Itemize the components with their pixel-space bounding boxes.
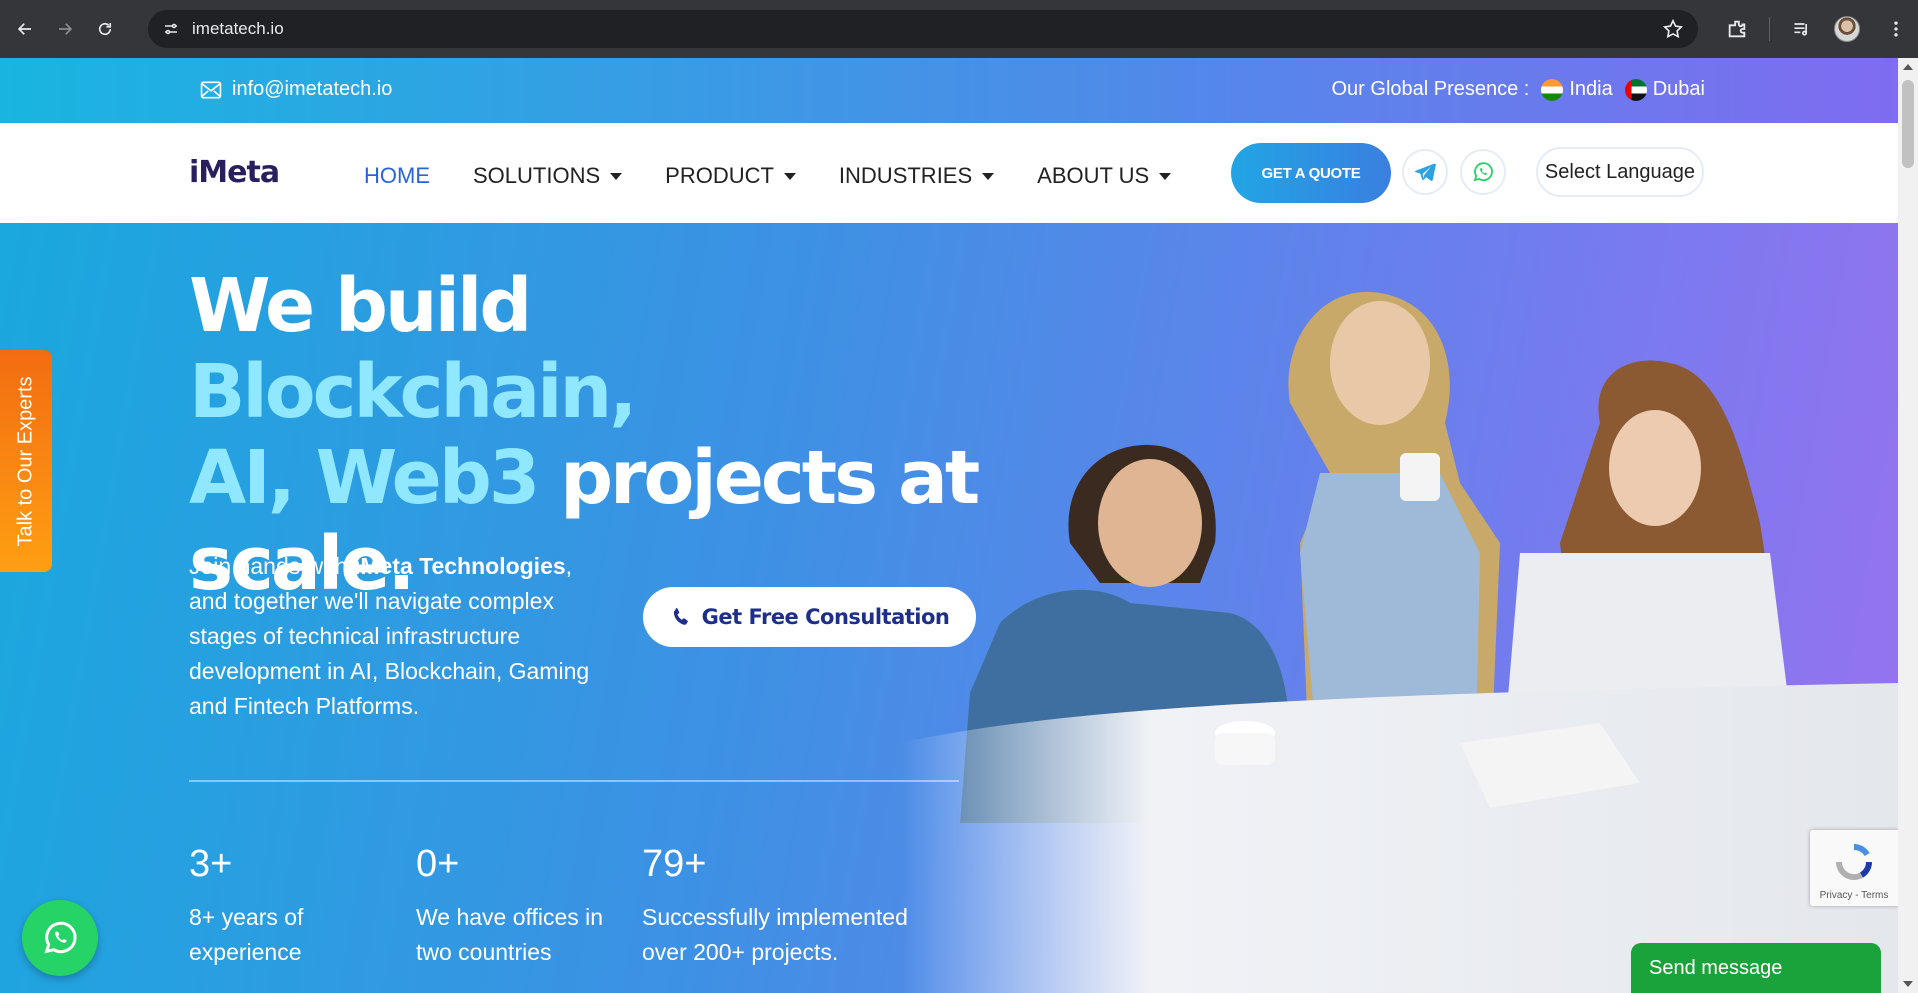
hero-divider	[189, 780, 959, 782]
presence-label: Our Global Presence :	[1331, 78, 1530, 100]
hero-intro: Join hands with iMeta Technologies, and …	[189, 549, 609, 724]
language-select[interactable]: Select Language	[1536, 147, 1704, 197]
whatsapp-button[interactable]	[1460, 149, 1506, 195]
menu-icon[interactable]	[1878, 11, 1914, 47]
nav-product[interactable]: PRODUCT	[665, 163, 796, 189]
hero-section: We build Blockchain, AI, Web3 projects at…	[0, 223, 1898, 993]
hero-team-photo	[900, 291, 1898, 993]
telegram-icon	[1415, 163, 1436, 182]
url-text[interactable]: imetatech.io	[192, 19, 284, 39]
global-presence: Our Global Presence : India Dubai	[1331, 78, 1705, 101]
page-scrollbar[interactable]	[1898, 58, 1918, 993]
nav-label: INDUSTRIES	[838, 163, 973, 188]
extensions-icon[interactable]	[1719, 11, 1755, 47]
media-icon[interactable]	[1784, 11, 1820, 47]
stat-number: 3+	[189, 843, 233, 885]
telegram-button[interactable]	[1402, 149, 1448, 195]
headline-text: We build	[189, 263, 532, 349]
star-icon[interactable]	[1662, 18, 1684, 40]
profile-avatar[interactable]	[1834, 16, 1860, 42]
reload-icon[interactable]	[90, 14, 120, 44]
uae-flag-icon	[1624, 78, 1647, 101]
nav-label: PRODUCT	[665, 163, 774, 188]
whatsapp-icon	[44, 921, 77, 954]
india-flag-icon	[1541, 78, 1564, 101]
caret-down-icon	[610, 172, 623, 180]
back-icon[interactable]	[10, 14, 40, 44]
top-info-bar: info@imetatech.io Our Global Presence : …	[0, 58, 1898, 123]
nav-label: ABOUT US	[1037, 163, 1150, 188]
toolbar-divider	[1769, 17, 1770, 41]
site-logo[interactable]: iMeta	[189, 155, 280, 190]
email-text[interactable]: info@imetatech.io	[232, 78, 392, 101]
talk-tab-label: Talk to Our Experts	[14, 375, 37, 547]
stat-label: We have offices in two countries	[416, 904, 604, 965]
talk-to-experts-tab[interactable]: Talk to Our Experts	[0, 350, 52, 572]
stat-label: Successfully implemented over 200+ proje…	[642, 904, 908, 965]
send-message-chat-button[interactable]: Send message	[1631, 943, 1881, 993]
stat-label: 8+ years of experience	[189, 904, 304, 965]
forward-icon[interactable]	[50, 14, 80, 44]
recaptcha-icon	[1836, 844, 1872, 881]
caret-down-icon	[1159, 172, 1172, 180]
site-header: iMeta HOME SOLUTIONS PRODUCT INDUSTRIES …	[0, 123, 1898, 223]
caret-down-icon	[982, 172, 995, 180]
headline-highlight: Blockchain,	[189, 349, 637, 435]
stat-number: 79+	[642, 843, 707, 885]
recaptcha-badge[interactable]: Privacy - Terms	[1810, 830, 1898, 906]
whatsapp-icon	[1473, 162, 1493, 182]
scroll-down-icon[interactable]	[1903, 981, 1913, 987]
nav-home[interactable]: HOME	[364, 163, 430, 189]
nav-about-us[interactable]: ABOUT US	[1037, 163, 1172, 189]
headline-highlight: AI, Web3	[189, 435, 540, 521]
nav-label: HOME	[364, 163, 430, 188]
address-bar[interactable]: imetatech.io	[148, 10, 1698, 48]
stat-item: 79+ Successfully implemented over 200+ p…	[642, 843, 922, 970]
recaptcha-links[interactable]: Privacy - Terms	[1810, 890, 1898, 901]
mail-icon	[200, 81, 222, 98]
scrollbar-thumb[interactable]	[1902, 80, 1914, 168]
whatsapp-float-button[interactable]	[22, 900, 98, 976]
nav-industries[interactable]: INDUSTRIES	[838, 163, 995, 189]
location-dubai[interactable]: Dubai	[1653, 78, 1705, 101]
nav-label: SOLUTIONS	[473, 163, 601, 188]
scroll-up-icon[interactable]	[1903, 64, 1913, 70]
stat-number: 0+	[416, 843, 460, 885]
intro-prefix: Join hands with	[189, 553, 354, 579]
toolbar-actions	[1719, 0, 1918, 58]
location-india[interactable]: India	[1569, 78, 1612, 101]
nav-solutions[interactable]: SOLUTIONS	[473, 163, 623, 189]
site-info-icon[interactable]	[160, 18, 182, 40]
stat-item: 3+ 8+ years of experience	[189, 843, 369, 970]
caret-down-icon	[783, 172, 796, 180]
browser-toolbar: imetatech.io	[0, 0, 1918, 58]
main-nav: HOME SOLUTIONS PRODUCT INDUSTRIES ABOUT …	[364, 163, 1214, 189]
email-link[interactable]: info@imetatech.io	[200, 78, 392, 101]
stat-item: 0+ We have offices in two countries	[416, 843, 606, 970]
phone-icon	[673, 608, 688, 625]
intro-brand: iMeta Technologies	[353, 553, 566, 579]
get-a-quote-button[interactable]: GET A QUOTE	[1231, 143, 1391, 203]
